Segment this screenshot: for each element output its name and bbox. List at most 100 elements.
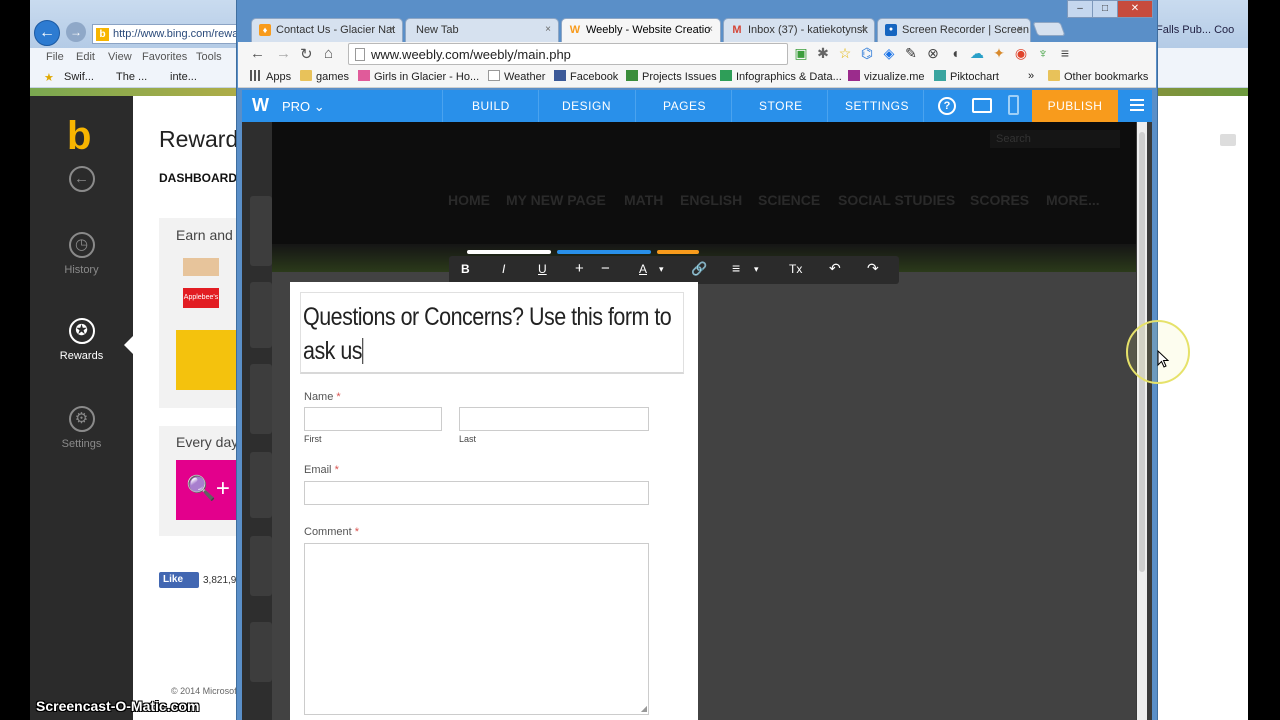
gift-card-image[interactable] (183, 258, 219, 276)
first-name-input[interactable] (304, 407, 442, 431)
bing-logo-icon[interactable]: b (67, 116, 97, 156)
tab-close-icon[interactable]: × (861, 24, 867, 35)
site-search-input[interactable]: Search (990, 130, 1120, 148)
new-tab-button[interactable] (1032, 22, 1066, 36)
favorite-item[interactable]: The ... (116, 71, 147, 83)
menu-favorites[interactable]: Favorites (142, 51, 187, 63)
form-title[interactable]: Questions or Concerns? Use this form to … (303, 300, 681, 368)
lightbulb-icon[interactable]: ✱ (812, 45, 834, 62)
site-nav-scores[interactable]: SCORES (970, 192, 1029, 208)
element-tile[interactable] (250, 536, 272, 596)
bookmark-weather[interactable]: Weather (488, 70, 545, 83)
drive-icon[interactable]: ◈ (878, 45, 900, 62)
chrome-menu-icon[interactable]: ≡ (1054, 45, 1076, 61)
reload-icon[interactable]: ↻ (300, 45, 313, 63)
audio-icon[interactable]: ◖ (944, 45, 966, 61)
underline-icon[interactable]: U (538, 262, 547, 276)
tab-settings[interactable]: SETTINGS (845, 99, 909, 113)
canvas-scrollbar[interactable] (1137, 122, 1147, 720)
element-tile[interactable] (250, 622, 272, 682)
bookmark-infographics[interactable]: Infographics & Data... (720, 70, 842, 83)
site-nav-my-new-page[interactable]: MY NEW PAGE (506, 192, 606, 208)
tab-close-icon[interactable]: × (389, 24, 395, 35)
italic-icon[interactable]: I (502, 262, 505, 276)
site-nav-english[interactable]: ENGLISH (680, 192, 742, 208)
resize-grip-icon[interactable]: ◢ (641, 704, 647, 713)
bookmarks-overflow[interactable]: » (1028, 70, 1034, 82)
pro-dropdown[interactable]: PRO ⌄ (282, 99, 325, 115)
site-nav-home[interactable]: HOME (448, 192, 490, 208)
favorite-item[interactable]: Swif... (64, 71, 94, 83)
bookmark-girls-in-glacier[interactable]: Girls in Glacier - Ho... (358, 70, 479, 83)
tab-new-tab[interactable]: New Tab × (405, 18, 559, 42)
font-color-icon[interactable]: A (639, 262, 647, 276)
offer-tile[interactable] (176, 330, 239, 390)
tab-dashboard[interactable]: DASHBOARD (159, 171, 237, 185)
bookmark-apps[interactable]: Apps (250, 70, 291, 83)
menu-tools[interactable]: Tools (196, 51, 222, 63)
back-icon[interactable]: ← (250, 45, 265, 62)
comment-textarea[interactable]: ◢ (304, 543, 649, 715)
feedback-icon[interactable] (1220, 134, 1236, 146)
facebook-like-button[interactable]: Like (159, 572, 199, 588)
ie-address-bar[interactable]: b http://www.bing.com/rewards (92, 24, 242, 44)
weebly-logo-icon[interactable]: W (252, 95, 274, 117)
site-nav-science[interactable]: SCIENCE (758, 192, 820, 208)
ie-right-tabs[interactable]: Falls Pub... Coo (1156, 24, 1234, 36)
align-icon[interactable]: ≡ (732, 260, 740, 276)
chevron-down-icon[interactable]: ▾ (659, 264, 664, 275)
tab-weebly[interactable]: W Weebly - Website Creatio × (561, 18, 721, 42)
tab-close-icon[interactable]: × (707, 24, 713, 35)
ruler-icon[interactable]: ✦ (988, 45, 1010, 62)
color-picker-icon[interactable]: ⊗ (922, 45, 944, 62)
menu-file[interactable]: File (46, 51, 64, 63)
hamburger-menu-icon[interactable] (1130, 99, 1144, 111)
sidebar-item-history[interactable]: ◷ History (30, 232, 133, 276)
tab-store[interactable]: STORE (759, 99, 803, 113)
element-tile[interactable] (250, 364, 272, 434)
bookmark-facebook[interactable]: Facebook (554, 70, 618, 83)
tab-screen-recorder[interactable]: ● Screen Recorder | Screen × (877, 18, 1031, 42)
site-nav-more[interactable]: MORE... (1046, 192, 1100, 208)
tab-build[interactable]: BUILD (472, 99, 510, 113)
sidebar-item-settings[interactable]: ⚙ Settings (30, 406, 133, 450)
translate-icon[interactable]: ⌬ (856, 45, 878, 62)
bold-icon[interactable]: B (461, 262, 470, 276)
bookmark-star-icon[interactable]: ☆ (834, 45, 856, 62)
decrease-size-icon[interactable]: − (601, 260, 610, 277)
element-tile[interactable] (250, 196, 272, 266)
bookmark-piktochart[interactable]: Piktochart (934, 70, 999, 83)
last-name-input[interactable] (459, 407, 649, 431)
extension-icon[interactable]: ▣ (790, 45, 812, 62)
link-icon[interactable]: 🔗 (691, 261, 707, 277)
record-icon[interactable]: ◉ (1010, 45, 1032, 62)
bookmark-other[interactable]: Other bookmarks (1048, 70, 1148, 83)
url-bar[interactable]: www.weebly.com/weebly/main.php (348, 43, 788, 65)
gift-card-image[interactable]: Applebee's (183, 288, 219, 308)
search-plus-tile[interactable]: 🔍+ (176, 460, 239, 520)
forward-icon[interactable]: → (66, 22, 86, 42)
element-tile[interactable] (250, 452, 272, 518)
puzzle-icon[interactable]: ♆ (1032, 45, 1054, 61)
site-nav-math[interactable]: MATH (624, 192, 663, 208)
sidebar-back[interactable]: ← (30, 166, 133, 198)
tab-design[interactable]: DESIGN (562, 99, 611, 113)
help-icon[interactable]: ? (938, 97, 956, 115)
tab-contact-us[interactable]: ♦ Contact Us - Glacier Nat × (251, 18, 403, 42)
tab-inbox[interactable]: M Inbox (37) - katiekotynsk × (723, 18, 875, 42)
bookmark-projects-issues[interactable]: Projects Issues (626, 70, 717, 83)
publish-button[interactable]: PUBLISH (1032, 90, 1118, 122)
undo-icon[interactable]: ↶ (829, 260, 841, 277)
favorites-star-icon[interactable]: ★ (44, 71, 54, 84)
forward-icon[interactable]: → (276, 45, 291, 62)
tab-pages[interactable]: PAGES (663, 99, 706, 113)
pen-icon[interactable]: ✎ (900, 45, 922, 62)
chevron-down-icon[interactable]: ▾ (754, 264, 759, 275)
tab-close-icon[interactable]: × (1017, 24, 1023, 35)
sidebar-item-rewards[interactable]: ✪ Rewards (30, 318, 133, 362)
back-icon[interactable]: ← (34, 20, 60, 46)
tab-close-icon[interactable]: × (545, 24, 551, 35)
mobile-view-icon[interactable] (1008, 95, 1019, 115)
bookmark-vizualize[interactable]: vizualize.me (848, 70, 925, 83)
bookmark-games[interactable]: games (300, 70, 349, 83)
